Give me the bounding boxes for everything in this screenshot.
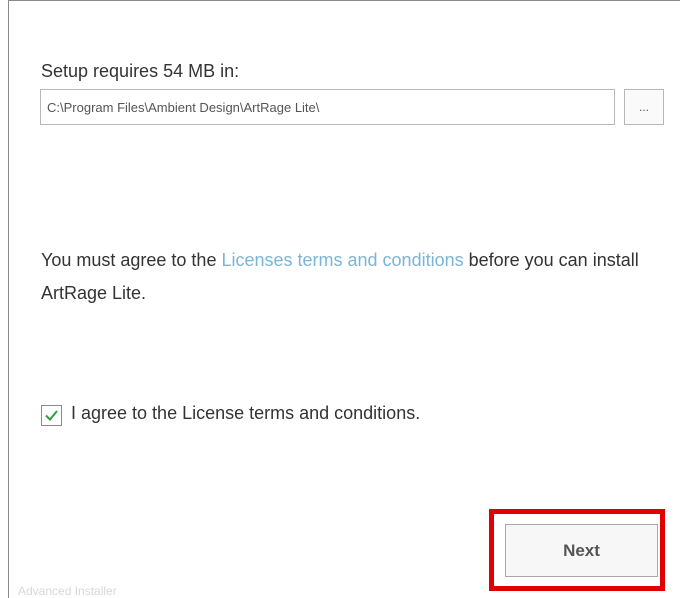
license-terms-link[interactable]: Licenses terms and conditions <box>221 250 463 270</box>
installer-brand: Advanced Installer <box>18 584 117 598</box>
browse-button[interactable]: ... <box>624 89 664 125</box>
install-path-field[interactable] <box>40 89 615 125</box>
setup-space-label: Setup requires 54 MB in: <box>41 61 240 81</box>
license-notice-prefix: You must agree to the <box>41 250 222 270</box>
next-button[interactable]: Next <box>505 524 658 577</box>
checkmark-icon <box>45 410 58 421</box>
agree-checkbox[interactable] <box>41 405 62 426</box>
license-notice: You must agree to the Licenses terms and… <box>41 244 651 310</box>
agree-checkbox-label: I agree to the License terms and conditi… <box>71 403 421 423</box>
